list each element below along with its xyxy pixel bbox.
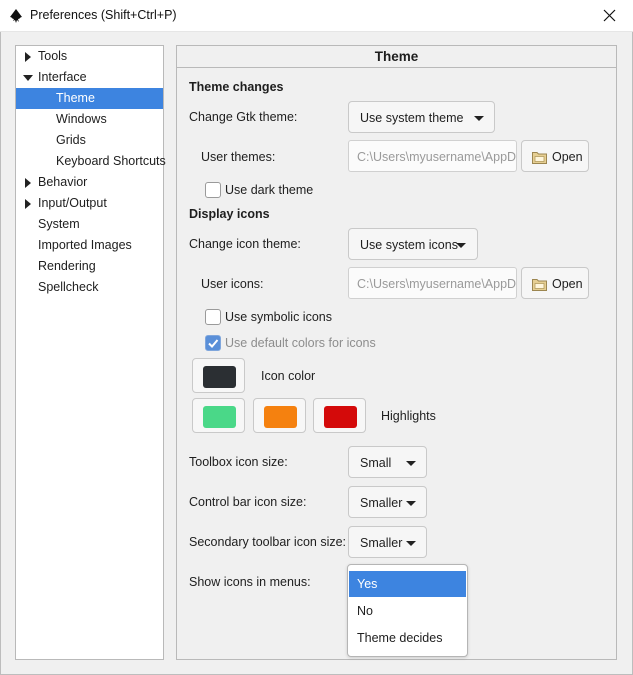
user-themes-path-input[interactable]	[357, 149, 516, 165]
icon-theme-dropdown[interactable]: Use system icons	[348, 228, 478, 260]
toolbox-size-dropdown[interactable]: Small	[348, 446, 427, 478]
icon-color-label: Icon color	[261, 369, 316, 383]
tree-item-tools[interactable]: Tools	[16, 46, 163, 67]
toolbox-size-value: Small	[360, 456, 392, 470]
tree-item-label: System	[38, 217, 80, 231]
close-icon	[603, 9, 616, 22]
highlight-color-button-3[interactable]	[313, 398, 366, 433]
tree-item-label: Imported Images	[38, 238, 132, 252]
control-bar-size-value: Smaller	[360, 496, 403, 510]
chevron-down-icon	[474, 116, 484, 121]
dark-theme-label: Use dark theme	[225, 183, 314, 197]
tree-item-label: Tools	[38, 49, 68, 63]
tree-item-label: Interface	[38, 70, 87, 84]
tree-item-label: Windows	[56, 112, 107, 126]
popup-option-yes[interactable]: Yes	[349, 571, 466, 597]
secondary-toolbar-size-value: Smaller	[360, 536, 403, 550]
tree-item-behavior[interactable]: Behavior	[16, 172, 163, 193]
tree-item-label: Rendering	[38, 259, 96, 273]
popup-option-no[interactable]: No	[349, 598, 466, 624]
panel-title: Theme	[177, 46, 616, 68]
open-icons-button[interactable]: Open	[521, 267, 589, 299]
tree-item-grids[interactable]: Grids	[16, 130, 163, 151]
chevron-down-icon	[456, 243, 466, 248]
tree-item-label: Behavior	[38, 175, 88, 189]
control-bar-size-label: Control bar icon size:	[189, 495, 307, 509]
dark-theme-checkbox[interactable]	[205, 182, 221, 198]
chevron-down-icon	[406, 461, 416, 466]
icon-color-swatch	[203, 366, 236, 388]
control-bar-size-dropdown[interactable]: Smaller	[348, 486, 427, 518]
tree-item-rendering[interactable]: Rendering	[16, 256, 163, 277]
tree-item-theme[interactable]: Theme	[16, 88, 163, 109]
open-button-label: Open	[552, 150, 583, 164]
folder-icon	[532, 152, 547, 164]
window-title: Preferences (Shift+Ctrl+P)	[30, 8, 177, 22]
tree-item-interface[interactable]: Interface	[16, 67, 163, 88]
section-heading-theme-changes: Theme changes	[189, 80, 284, 94]
tree-item-windows[interactable]: Windows	[16, 109, 163, 130]
tree-item-label: Keyboard Shortcuts	[56, 154, 166, 168]
gtk-theme-value: Use system theme	[360, 111, 464, 125]
tree-item-system[interactable]: System	[16, 214, 163, 235]
icon-theme-label: Change icon theme:	[189, 237, 301, 251]
tree-item-keyboard-shortcuts[interactable]: Keyboard Shortcuts	[16, 151, 166, 172]
inkscape-logo-icon	[10, 9, 22, 23]
toolbox-size-label: Toolbox icon size:	[189, 455, 288, 469]
default-colors-label: Use default colors for icons	[225, 336, 376, 350]
highlight-color-swatch	[264, 406, 297, 428]
popup-option-theme-decides[interactable]: Theme decides	[349, 625, 466, 651]
user-themes-path-field[interactable]	[348, 140, 517, 172]
symbolic-icons-checkbox[interactable]	[205, 309, 221, 325]
section-heading-display-icons: Display icons	[189, 207, 270, 221]
secondary-toolbar-size-label: Secondary toolbar icon size:	[189, 535, 347, 549]
chevron-down-icon	[406, 541, 416, 546]
secondary-toolbar-size-dropdown[interactable]: Smaller	[348, 526, 427, 558]
menu-icons-popup: Yes No Theme decides	[347, 564, 468, 657]
expand-right-icon[interactable]	[24, 199, 32, 209]
highlight-color-button-1[interactable]	[192, 398, 245, 433]
tree-item-imported-images[interactable]: Imported Images	[16, 235, 163, 256]
open-button-label: Open	[552, 277, 583, 291]
highlight-color-swatch	[324, 406, 357, 428]
highlights-label: Highlights	[381, 409, 436, 423]
tree-item-label: Theme	[56, 91, 95, 105]
expand-right-icon[interactable]	[24, 52, 32, 62]
symbolic-icons-label: Use symbolic icons	[225, 310, 332, 324]
expand-down-icon[interactable]	[23, 74, 33, 82]
user-icons-path-input[interactable]	[357, 276, 516, 292]
folder-icon	[532, 279, 547, 291]
tree-item-label: Input/Output	[38, 196, 107, 210]
checkmark-icon	[208, 339, 219, 348]
icon-theme-value: Use system icons	[360, 238, 458, 252]
tree-item-label: Spellcheck	[38, 280, 99, 294]
highlight-color-button-2[interactable]	[253, 398, 306, 433]
gtk-theme-label: Change Gtk theme:	[189, 110, 298, 124]
chevron-down-icon	[406, 501, 416, 506]
default-colors-checkbox[interactable]	[205, 335, 221, 351]
user-icons-label: User icons:	[201, 277, 264, 291]
expand-right-icon[interactable]	[24, 178, 32, 188]
gtk-theme-dropdown[interactable]: Use system theme	[348, 101, 495, 133]
tree-item-spellcheck[interactable]: Spellcheck	[16, 277, 163, 298]
icon-color-button[interactable]	[192, 358, 245, 393]
user-themes-label: User themes:	[201, 150, 276, 164]
highlight-color-swatch	[203, 406, 236, 428]
preferences-tree: Tools Interface Theme Windows Grids Keyb…	[15, 45, 166, 660]
tree-item-label: Grids	[56, 133, 86, 147]
open-themes-button[interactable]: Open	[521, 140, 589, 172]
title-bar: Preferences (Shift+Ctrl+P)	[0, 0, 633, 32]
tree-item-input-output[interactable]: Input/Output	[16, 193, 163, 214]
menu-icons-label: Show icons in menus:	[189, 575, 311, 589]
user-icons-path-field[interactable]	[348, 267, 517, 299]
close-button[interactable]	[587, 0, 633, 32]
